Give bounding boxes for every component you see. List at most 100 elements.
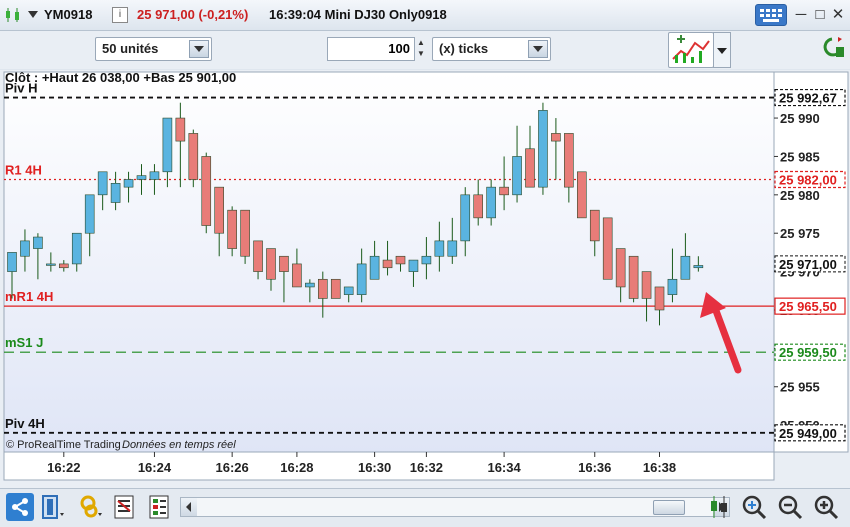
candle-body	[486, 186, 496, 219]
bottom-toolbar	[0, 488, 850, 527]
price-chart[interactable]: 25 95025 95525 96025 96525 97025 97525 9…	[0, 70, 850, 488]
candle-body	[602, 217, 613, 280]
candle-body	[551, 133, 561, 142]
info-icon[interactable]: i	[112, 7, 128, 23]
level-name: R1 4H	[5, 162, 42, 177]
zoom-out-icon[interactable]	[776, 493, 804, 521]
sync-icon[interactable]	[822, 33, 848, 67]
candle-body	[460, 194, 471, 242]
candle-body	[330, 278, 341, 299]
x-tick-label: 16:32	[410, 460, 443, 475]
level-price-label: 25 965,50	[779, 299, 837, 314]
candle-body	[175, 117, 186, 142]
candle-body	[408, 259, 419, 272]
candle-body	[615, 248, 626, 288]
candle-body	[123, 179, 134, 188]
x-tick-label: 16:34	[487, 460, 521, 475]
horizontal-scrollbar[interactable]	[180, 497, 730, 517]
candle-body	[499, 186, 509, 196]
candle-body	[628, 255, 639, 299]
x-tick-label: 16:26	[216, 460, 249, 475]
chart-type-dropdown[interactable]	[713, 32, 731, 68]
candle-body	[110, 183, 121, 203]
close-high-low-text: Clôt : +Haut 26 038,00 +Bas 25 901,00	[5, 70, 236, 85]
candle-body	[253, 240, 263, 272]
y-tick-label: 25 990	[780, 111, 820, 126]
candle-body	[693, 265, 704, 269]
candle-body	[162, 117, 173, 173]
close-button[interactable]: ✕	[827, 6, 849, 24]
level-name: mS1 J	[5, 335, 43, 350]
x-tick-label: 16:38	[643, 460, 676, 475]
candle-body	[356, 263, 367, 295]
level-price-label: 25 992,67	[779, 91, 837, 106]
price-change: 25 971,00 (-0,21%)	[137, 7, 249, 22]
candle-body	[71, 232, 82, 265]
title-bar: YM0918 i 25 971,00 (-0,21%) 16:39:04 Min…	[0, 0, 850, 31]
y-tick-label: 25 975	[780, 226, 820, 241]
y-tick-label: 25 985	[780, 149, 820, 164]
chevron-down-icon[interactable]	[528, 40, 548, 58]
level-name: Piv 4H	[5, 416, 45, 431]
candle-style-icon[interactable]	[706, 493, 734, 521]
candle-body	[305, 282, 315, 288]
candle-body	[227, 209, 237, 249]
x-tick-label: 16:22	[47, 460, 80, 475]
instrument-symbol[interactable]: YM0918	[44, 7, 92, 22]
candle-body	[266, 248, 276, 280]
quantity-stepper[interactable]: ▲ ▼	[414, 37, 428, 61]
layout-icon[interactable]	[40, 493, 68, 521]
candle-body	[20, 240, 30, 257]
candle-body	[382, 259, 393, 269]
drawing-tools-icon[interactable]	[112, 493, 140, 521]
candle-body	[214, 186, 224, 234]
x-tick-label: 16:36	[578, 460, 611, 475]
candle-body	[188, 133, 199, 180]
candle-body	[292, 263, 302, 288]
attribution-text: © ProRealTime Trading	[6, 439, 121, 451]
x-tick-label: 16:30	[358, 460, 391, 475]
candle-body	[201, 156, 212, 226]
candle-body	[589, 209, 600, 242]
candle-body	[369, 255, 380, 280]
candle-body	[7, 252, 17, 272]
candle-body	[576, 171, 587, 219]
chevron-down-icon[interactable]	[189, 40, 209, 58]
quantity-value: 100	[388, 41, 410, 56]
x-tick-label: 16:24	[138, 460, 172, 475]
units-select-value: 50 unités	[102, 41, 159, 56]
ticks-select-value: (x) ticks	[439, 41, 489, 56]
y-tick-label: 25 955	[780, 380, 820, 395]
keyboard-icon[interactable]	[755, 4, 787, 26]
y-tick-label: 25 980	[780, 188, 820, 203]
candle-body	[395, 255, 406, 265]
indicator-icon[interactable]	[78, 493, 106, 521]
candle-body	[564, 133, 574, 188]
candle-body	[667, 278, 678, 295]
candle-body	[317, 278, 328, 299]
candle-body	[641, 271, 652, 299]
candle-body	[58, 263, 69, 269]
auto-zoom-icon[interactable]	[740, 493, 768, 521]
scrollbar-thumb[interactable]	[653, 500, 685, 515]
scroll-left-button[interactable]	[181, 498, 197, 516]
candle-body	[84, 194, 95, 234]
candle-body	[279, 255, 289, 272]
level-price-label: 25 959,50	[779, 345, 837, 360]
current-price-label: 25 971,00	[779, 257, 837, 272]
units-select[interactable]: 50 unités	[95, 37, 212, 61]
candle-body	[512, 156, 522, 196]
quantity-input[interactable]: 100	[327, 37, 415, 61]
candle-body	[654, 286, 665, 311]
chart-style-icon	[672, 35, 710, 63]
share-icon[interactable]	[6, 493, 34, 521]
window-title: 16:39:04 Mini DJ30 Only0918	[269, 7, 447, 22]
objects-list-icon[interactable]	[146, 493, 174, 521]
chevron-down-icon[interactable]	[28, 11, 38, 19]
chart-type-button[interactable]	[668, 32, 714, 68]
candle-body	[240, 209, 250, 257]
ticks-select[interactable]: (x) ticks	[432, 37, 551, 61]
zoom-in-icon[interactable]	[812, 493, 840, 521]
candle-body	[343, 286, 354, 295]
level-price-label: 25 982,00	[779, 172, 837, 187]
